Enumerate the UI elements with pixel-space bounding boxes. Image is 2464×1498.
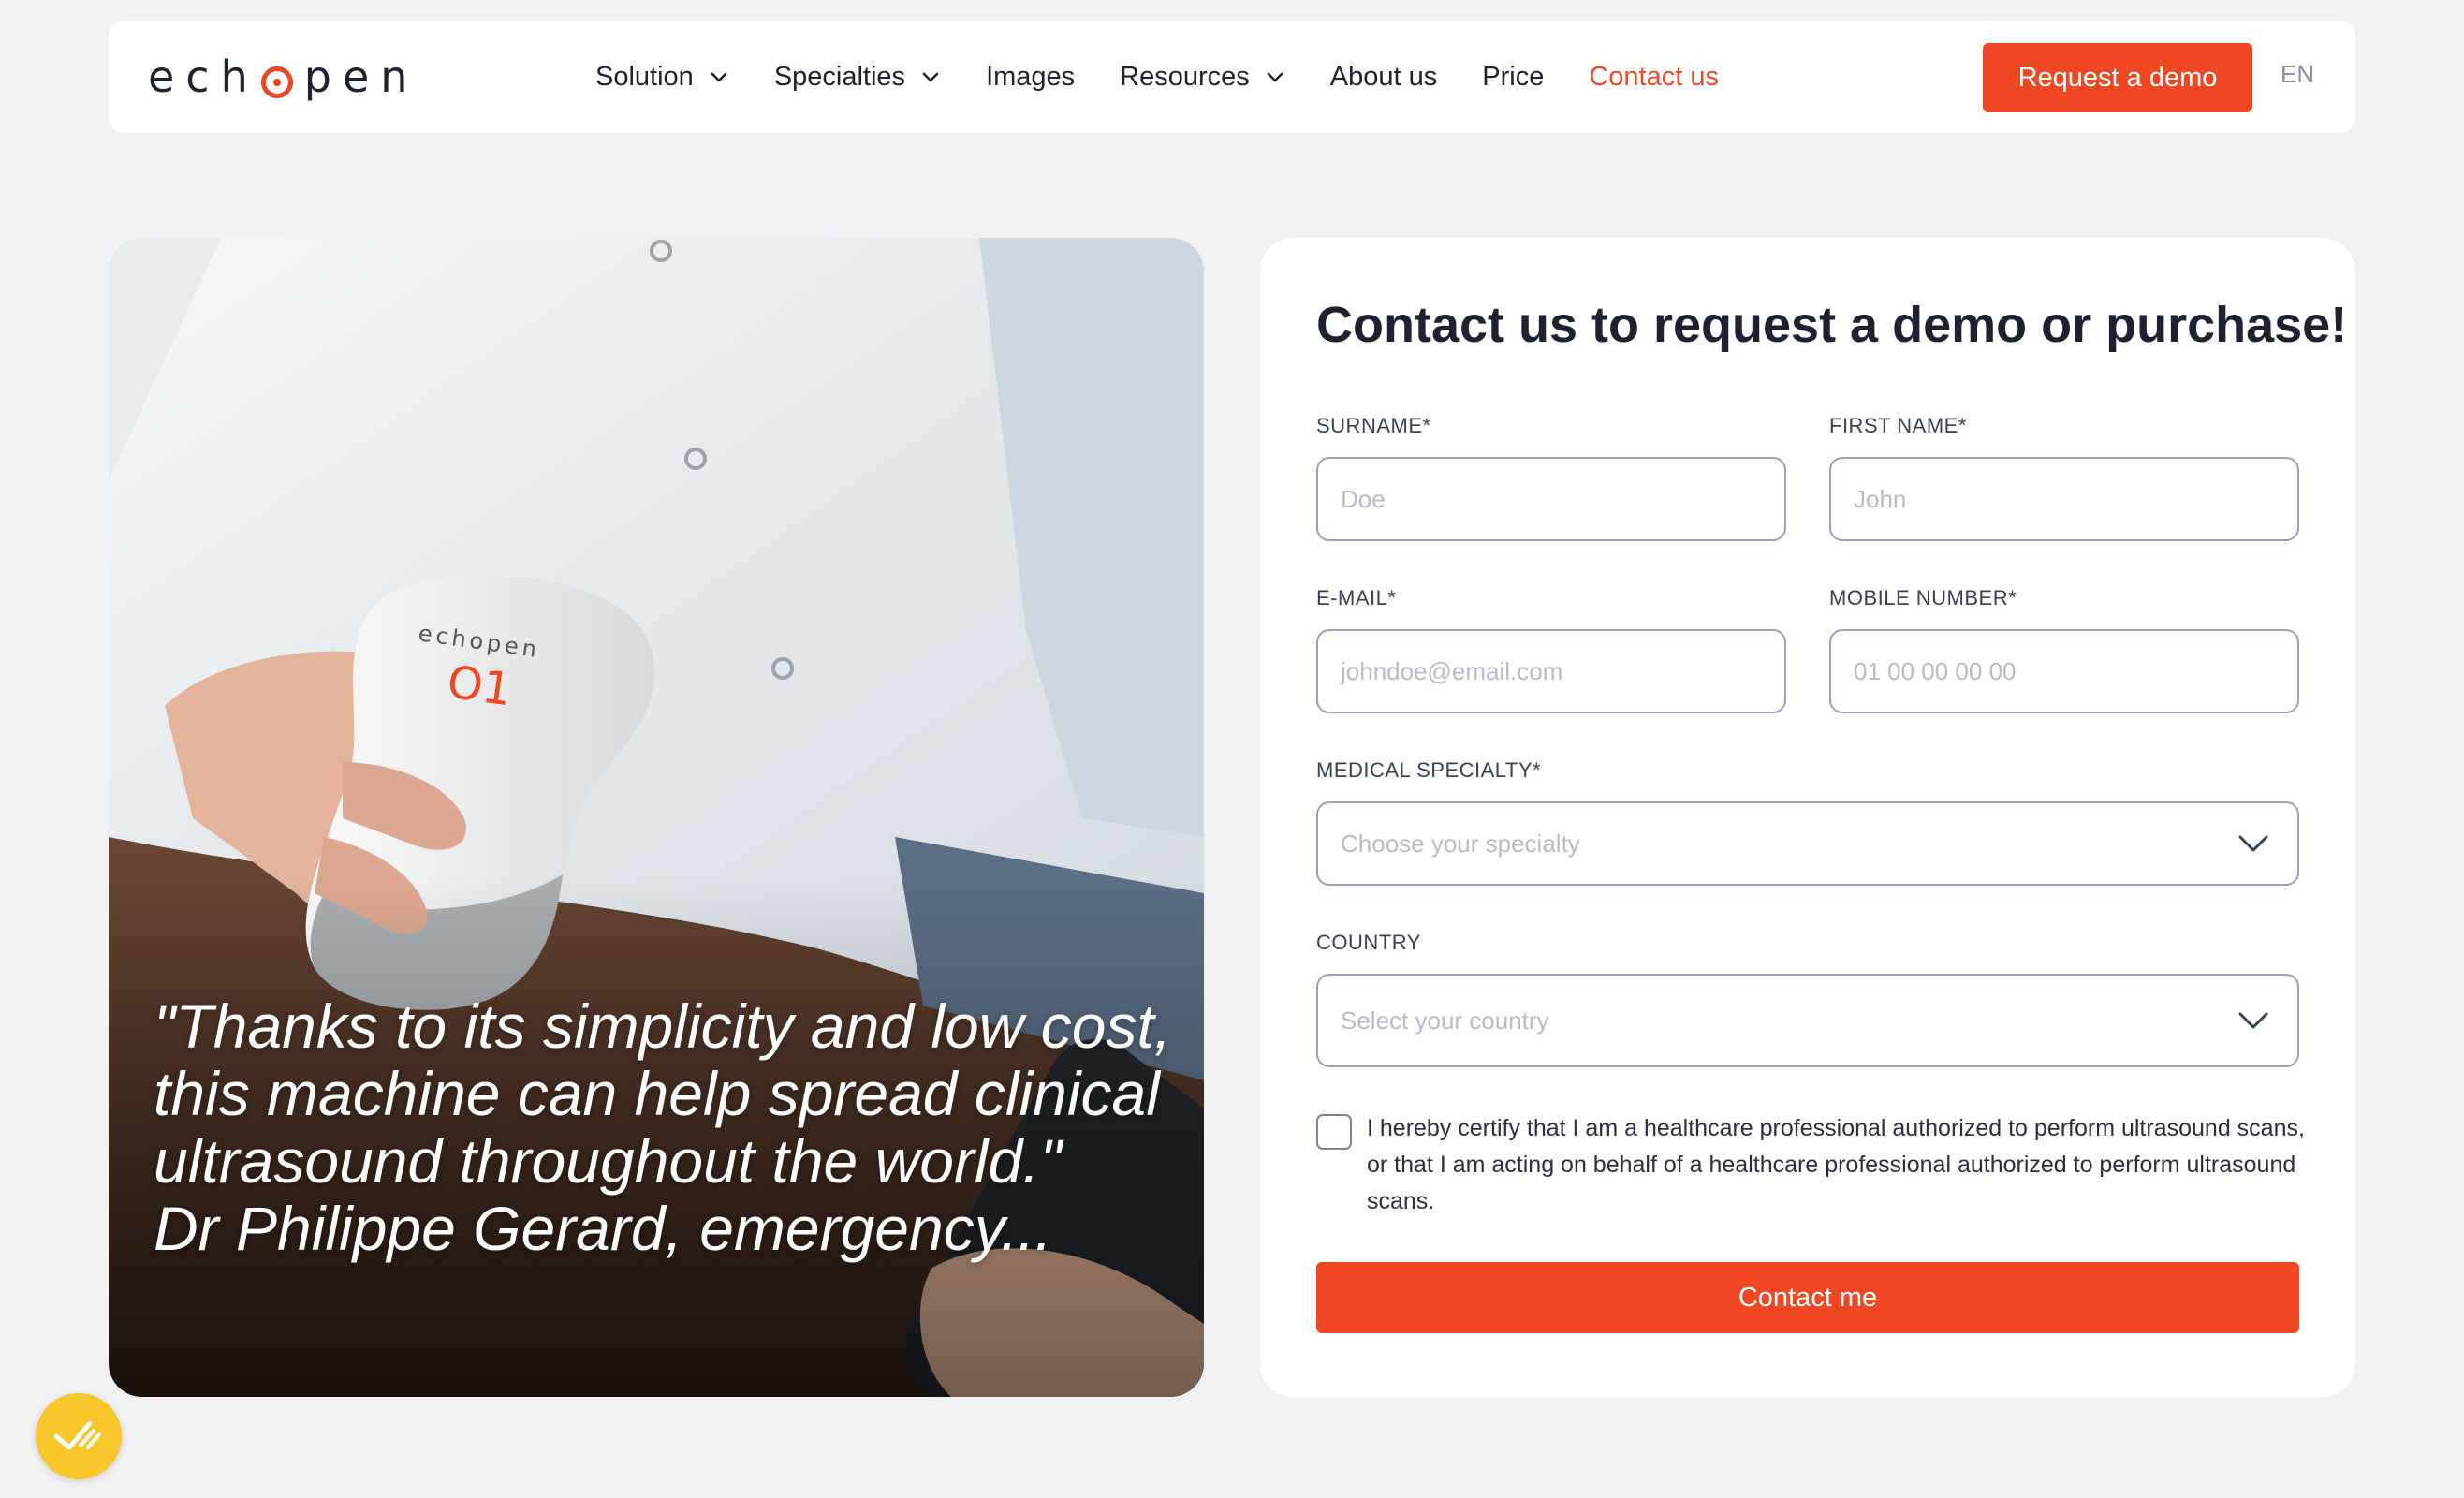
nav-label: Solution [595,61,694,92]
country-label: COUNTRY [1316,931,1421,954]
nav-label: Contact us [1589,61,1719,92]
request-demo-button[interactable]: Request a demo [1983,43,2252,112]
form-title: Contact us to request a demo or purchase… [1316,297,2348,353]
chevron-down-icon [922,72,939,82]
first-name-label: FIRST NAME* [1829,414,1967,437]
nav-item-specialties[interactable]: Specialties [774,62,941,93]
quote-author: Dr Philippe Gerard, emergency... [154,1194,1052,1263]
logo-o-icon [260,66,293,98]
quote-text: "Thanks to its simplicity and low cost, … [154,991,1172,1196]
floating-accessibility-badge[interactable] [36,1393,122,1479]
nav-item-images[interactable]: Images [986,62,1075,93]
consent-checkbox[interactable] [1316,1114,1352,1150]
chevron-down-icon [2238,835,2268,852]
language-switcher[interactable]: EN [2281,60,2314,89]
mobile-number-label: MOBILE NUMBER* [1829,586,2017,609]
nav-label: Price [1482,61,1545,92]
logo-text-right: pen [303,51,419,102]
nav-item-price[interactable]: Price [1482,62,1544,93]
main-nav: Solution Specialties Images Resources Ab… [595,21,1764,133]
medical-specialty-label: MEDICAL SPECIALTY* [1316,758,1542,782]
nav-label: About us [1329,61,1438,92]
surname-label: SURNAME* [1316,414,1431,437]
consent-text: I hereby certify that I am a healthcare … [1367,1115,2305,1214]
logo-text-left: ech [148,51,259,102]
contact-me-button[interactable]: Contact me [1316,1262,2299,1333]
echopen-logo[interactable]: ech pen [148,49,418,105]
country-select[interactable]: Select your country [1316,974,2299,1067]
nav-item-contact-us[interactable]: Contact us [1589,62,1719,93]
professional-consent: I hereby certify that I am a healthcare … [1316,1110,2309,1220]
email-label: E-MAIL* [1316,586,1397,609]
top-navbar: ech pen Solution Specialties Images Reso… [109,21,2355,133]
nav-label: Resources [1120,61,1250,92]
surname-input[interactable]: Doe [1316,457,1786,541]
testimonial-quote: "Thanks to its simplicity and low cost, … [154,992,1174,1262]
email-input[interactable]: johndoe@email.com [1316,629,1786,713]
nav-item-about-us[interactable]: About us [1330,62,1437,93]
testimonial-hero-image: echopen O1 "Thanks to its simplicity and… [109,238,1204,1397]
chevron-down-icon [1267,72,1283,82]
chevron-down-icon [2238,1012,2268,1029]
country-placeholder: Select your country [1341,1006,1549,1035]
first-name-input[interactable]: John [1829,457,2299,541]
checkmark-badge-icon [53,1420,101,1450]
mobile-number-input[interactable]: 01 00 00 00 00 [1829,629,2299,713]
nav-label: Specialties [773,61,906,92]
nav-label: Images [986,61,1076,92]
medical-specialty-placeholder: Choose your specialty [1341,829,1580,858]
contact-form-card: Contact us to request a demo or purchase… [1260,238,2355,1397]
nav-item-solution[interactable]: Solution [595,62,729,93]
chevron-down-icon [711,72,727,82]
medical-specialty-select[interactable]: Choose your specialty [1316,801,2299,886]
nav-item-resources[interactable]: Resources [1120,62,1285,93]
